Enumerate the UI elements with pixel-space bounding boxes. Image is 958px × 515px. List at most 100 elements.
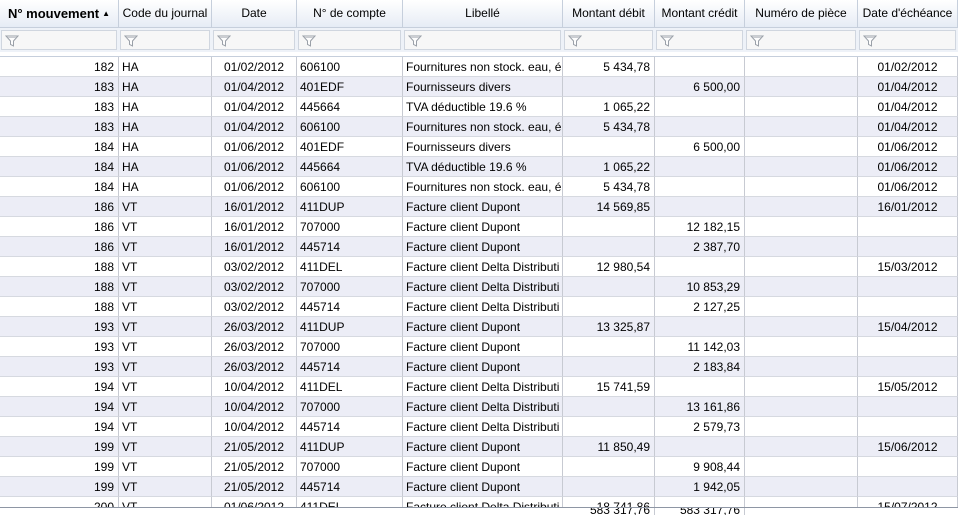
cell-debit[interactable] <box>563 337 655 357</box>
table-row[interactable]: 186 VT 16/01/2012 411DUP Facture client Dupo… <box>0 197 958 217</box>
cell-journal[interactable]: VT <box>119 437 212 457</box>
cell-piece[interactable] <box>745 177 858 197</box>
table-row[interactable]: 183 HA 01/04/2012 606100 Fournitures non sto… <box>0 117 958 137</box>
cell-piece[interactable] <box>745 57 858 77</box>
table-row[interactable]: 199 VT 21/05/2012 411DUP Facture client Dupo… <box>0 437 958 457</box>
cell-echeance[interactable]: 01/06/2012 <box>858 177 958 197</box>
filter-input-mvt[interactable] <box>1 30 117 50</box>
column-header-libelle[interactable]: Libellé <box>403 0 563 27</box>
filter-funnel-icon[interactable] <box>750 34 764 48</box>
cell-date[interactable]: 16/01/2012 <box>212 237 297 257</box>
cell-mvt[interactable]: 184 <box>0 177 119 197</box>
table-row[interactable]: 199 VT 21/05/2012 445714 Facture client Dupo… <box>0 477 958 497</box>
cell-credit[interactable]: 11 142,03 <box>655 337 745 357</box>
cell-echeance[interactable] <box>858 457 958 477</box>
cell-mvt[interactable]: 199 <box>0 437 119 457</box>
cell-journal[interactable]: VT <box>119 297 212 317</box>
cell-mvt[interactable]: 194 <box>0 377 119 397</box>
cell-libelle[interactable]: Facture client Dupont <box>403 317 563 337</box>
cell-debit[interactable] <box>563 397 655 417</box>
cell-credit[interactable]: 10 853,29 <box>655 277 745 297</box>
cell-credit[interactable] <box>655 377 745 397</box>
table-row[interactable]: 184 HA 01/06/2012 401EDF Fournisseurs divers… <box>0 137 958 157</box>
cell-libelle[interactable]: Fournitures non stock. eau, é <box>403 117 563 137</box>
cell-echeance[interactable]: 15/06/2012 <box>858 437 958 457</box>
filter-funnel-icon[interactable] <box>124 34 138 48</box>
cell-debit[interactable]: 1 065,22 <box>563 157 655 177</box>
table-row[interactable]: 194 VT 10/04/2012 445714 Facture client Delt… <box>0 417 958 437</box>
cell-journal[interactable]: HA <box>119 97 212 117</box>
cell-debit[interactable] <box>563 457 655 477</box>
filter-input-piece[interactable] <box>746 30 856 50</box>
cell-libelle[interactable]: Facture client Dupont <box>403 237 563 257</box>
cell-compte[interactable]: 445714 <box>297 477 403 497</box>
cell-piece[interactable] <box>745 257 858 277</box>
cell-libelle[interactable]: Fournitures non stock. eau, é <box>403 177 563 197</box>
cell-journal[interactable]: HA <box>119 137 212 157</box>
cell-piece[interactable] <box>745 297 858 317</box>
cell-journal[interactable]: VT <box>119 477 212 497</box>
filter-input-compte[interactable] <box>298 30 401 50</box>
cell-mvt[interactable]: 183 <box>0 117 119 137</box>
cell-date[interactable]: 01/02/2012 <box>212 57 297 77</box>
table-row[interactable]: 184 HA 01/06/2012 445664 TVA déductible 19.6… <box>0 157 958 177</box>
cell-libelle[interactable]: Facture client Dupont <box>403 337 563 357</box>
filter-input-journal[interactable] <box>120 30 210 50</box>
cell-credit[interactable] <box>655 57 745 77</box>
column-header-echeance[interactable]: Date d'échéance <box>858 0 958 27</box>
cell-credit[interactable]: 2 387,70 <box>655 237 745 257</box>
cell-date[interactable]: 21/05/2012 <box>212 457 297 477</box>
filter-funnel-icon[interactable] <box>408 34 422 48</box>
cell-mvt[interactable]: 186 <box>0 217 119 237</box>
cell-debit[interactable]: 11 850,49 <box>563 437 655 457</box>
cell-journal[interactable]: VT <box>119 397 212 417</box>
cell-piece[interactable] <box>745 277 858 297</box>
cell-date[interactable]: 21/05/2012 <box>212 437 297 457</box>
cell-mvt[interactable]: 183 <box>0 97 119 117</box>
cell-compte[interactable]: 445714 <box>297 237 403 257</box>
cell-credit[interactable]: 9 908,44 <box>655 457 745 477</box>
cell-libelle[interactable]: Facture client Dupont <box>403 477 563 497</box>
cell-echeance[interactable]: 01/06/2012 <box>858 137 958 157</box>
cell-compte[interactable]: 707000 <box>297 397 403 417</box>
cell-date[interactable]: 01/06/2012 <box>212 137 297 157</box>
cell-compte[interactable]: 707000 <box>297 337 403 357</box>
filter-input-debit[interactable] <box>564 30 653 50</box>
cell-libelle[interactable]: Facture client Dupont <box>403 197 563 217</box>
cell-piece[interactable] <box>745 137 858 157</box>
table-row[interactable]: 188 VT 03/02/2012 707000 Facture client Delt… <box>0 277 958 297</box>
cell-mvt[interactable]: 183 <box>0 77 119 97</box>
table-row[interactable]: 193 VT 26/03/2012 411DUP Facture client Dupo… <box>0 317 958 337</box>
cell-compte[interactable]: 401EDF <box>297 137 403 157</box>
cell-credit[interactable] <box>655 437 745 457</box>
cell-date[interactable]: 03/02/2012 <box>212 257 297 277</box>
cell-libelle[interactable]: Facture client Dupont <box>403 457 563 477</box>
cell-journal[interactable]: VT <box>119 277 212 297</box>
cell-date[interactable]: 26/03/2012 <box>212 337 297 357</box>
column-header-journal[interactable]: Code du journal <box>119 0 212 27</box>
table-row[interactable]: 194 VT 10/04/2012 707000 Facture client Delt… <box>0 397 958 417</box>
cell-mvt[interactable]: 184 <box>0 137 119 157</box>
filter-funnel-icon[interactable] <box>660 34 674 48</box>
cell-echeance[interactable] <box>858 477 958 497</box>
cell-journal[interactable]: VT <box>119 457 212 477</box>
cell-libelle[interactable]: Facture client Delta Distributi <box>403 297 563 317</box>
cell-mvt[interactable]: 194 <box>0 417 119 437</box>
cell-credit[interactable] <box>655 257 745 277</box>
cell-date[interactable]: 01/04/2012 <box>212 97 297 117</box>
cell-compte[interactable]: 445664 <box>297 97 403 117</box>
cell-compte[interactable]: 411DEL <box>297 257 403 277</box>
cell-journal[interactable]: VT <box>119 337 212 357</box>
cell-credit[interactable] <box>655 97 745 117</box>
cell-debit[interactable]: 14 569,85 <box>563 197 655 217</box>
cell-journal[interactable]: HA <box>119 157 212 177</box>
cell-date[interactable]: 10/04/2012 <box>212 397 297 417</box>
cell-debit[interactable] <box>563 417 655 437</box>
cell-credit[interactable]: 2 183,84 <box>655 357 745 377</box>
cell-journal[interactable]: HA <box>119 77 212 97</box>
cell-piece[interactable] <box>745 357 858 377</box>
cell-debit[interactable] <box>563 77 655 97</box>
cell-journal[interactable]: VT <box>119 357 212 377</box>
cell-libelle[interactable]: Facture client Delta Distributi <box>403 277 563 297</box>
cell-journal[interactable]: HA <box>119 57 212 77</box>
